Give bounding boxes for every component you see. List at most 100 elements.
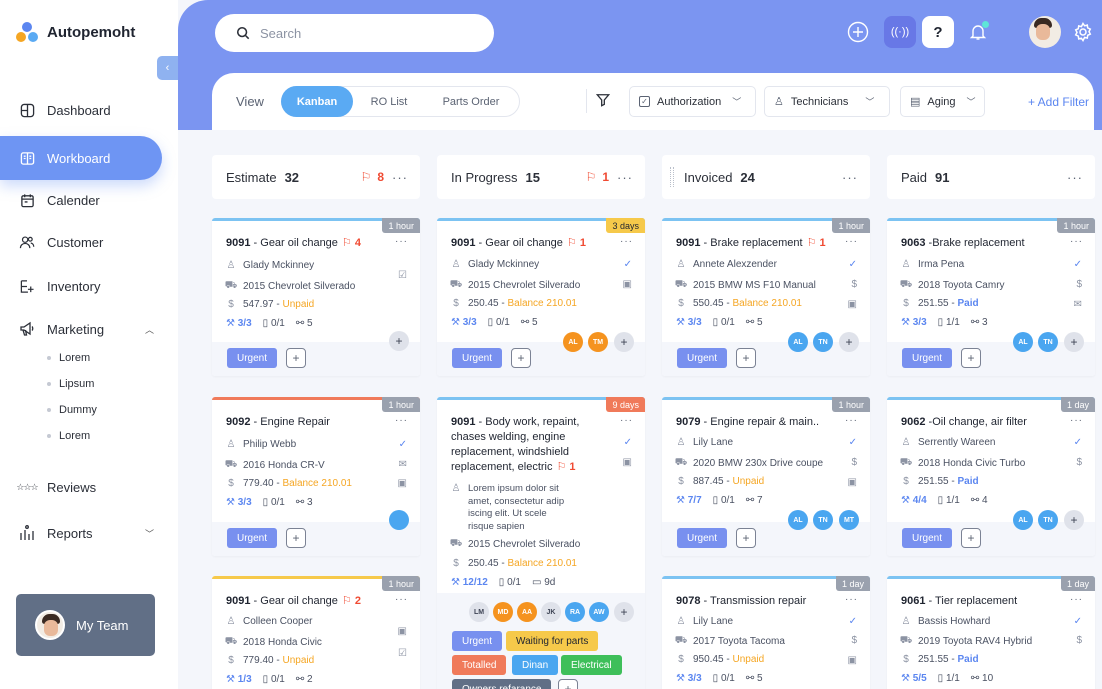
work-order-card[interactable]: 1 day 9061 - Tier replacement ··· ♙ Bassi… [887,576,1095,689]
calendar-icon[interactable]: ▣ [398,478,407,489]
flag-icon[interactable]: ⚐ 4 [342,237,361,249]
drag-handle-icon[interactable] [670,167,674,187]
calendar-icon[interactable]: ▣ [623,279,632,290]
sidebar-collapse-button[interactable]: ‹ [157,56,178,80]
mail-icon[interactable]: ✉ [399,459,407,470]
tag-waiting-for-parts[interactable]: Waiting for parts [506,631,599,651]
more-icon[interactable]: ··· [395,415,408,426]
more-icon[interactable]: ··· [395,594,408,605]
dollar-icon[interactable]: $ [851,279,857,290]
submenu-item-lorem[interactable]: Lorem [47,352,90,364]
tag-owners-refarance[interactable]: Owners refarance [452,679,552,689]
technician-avatar[interactable]: TN [1038,332,1058,352]
add-filter-button[interactable]: + Add Filter [1028,95,1089,109]
dollar-icon[interactable]: $ [1076,279,1082,290]
tag-dinan[interactable]: Dinan [512,655,559,675]
submenu-item-dummy[interactable]: Dummy [47,404,97,416]
tag-urgent[interactable]: Urgent [677,528,728,548]
flag-icon[interactable]: ⚐ 1 [557,461,576,473]
calendar-check-icon[interactable]: ☑ [398,270,407,281]
technicians-dropdown[interactable]: ♙ Technicians ﹀ [764,86,890,117]
flag-icon[interactable]: ⚐ 1 [807,237,826,249]
help-icon[interactable]: ? [922,16,954,48]
filter-icon[interactable] [595,93,611,112]
sidebar-item-customer[interactable]: Customer [0,220,162,264]
sidebar-item-reports[interactable]: Reports ﹀ [0,511,162,555]
sidebar-item-marketing[interactable]: Marketing ︿ [0,307,162,351]
dollar-icon[interactable]: $ [1076,635,1082,646]
work-order-card[interactable]: 1 day 9078 - Transmission repair ··· ♙ Li… [662,576,870,689]
technician-avatar[interactable]: TN [1038,510,1058,530]
technician-avatar[interactable]: TN [813,332,833,352]
technician-avatar[interactable]: LM [469,602,489,622]
work-order-card[interactable]: 1 day 9062 -Oil change, air filter ··· ♙… [887,397,1095,556]
submenu-item-lipsum[interactable]: Lipsum [47,378,94,390]
dollar-icon[interactable]: $ [851,457,857,468]
more-icon[interactable]: ··· [1070,415,1083,426]
tag-urgent[interactable]: Urgent [452,348,503,368]
tag-urgent[interactable]: Urgent [902,348,953,368]
technician-avatar[interactable]: AL [788,510,808,530]
work-order-card[interactable]: 1 hour 9063 -Brake replacement ··· ♙ Irma… [887,218,1095,376]
work-order-card[interactable]: 1 hour 9091 - Gear oil change ⚐ 4 ··· ♙ Gl… [212,218,420,376]
add-technician-button[interactable]: + [1064,332,1084,352]
add-tag-button[interactable]: + [558,679,578,689]
technician-avatar[interactable]: JK [541,602,561,622]
work-order-card[interactable]: 1 hour 9091 - Brake replacement ⚐ 1 ··· ♙… [662,218,870,376]
more-icon[interactable]: ··· [1070,236,1083,247]
calendar-icon[interactable]: ▣ [848,477,857,488]
submenu-item-lorem-2[interactable]: Lorem [47,430,90,442]
add-technician-button[interactable]: + [614,602,634,622]
chevron-down-icon[interactable]: ﹀ [145,527,154,540]
calendar-check-icon[interactable]: ☑ [398,648,407,659]
technician-avatar[interactable]: MD [493,602,513,622]
flag-count[interactable]: ⚐ 8 [361,170,384,184]
tag-urgent[interactable]: Urgent [227,528,278,548]
tag-urgent[interactable]: Urgent [902,528,953,548]
more-icon[interactable]: ··· [617,170,633,185]
calendar-icon[interactable]: ▣ [623,457,632,468]
sidebar-item-calender[interactable]: Calender [0,178,162,222]
work-order-card[interactable]: 3 days 9091 - Gear oil change ⚐ 1 ··· ♙ Gl… [437,218,645,376]
technician-avatar[interactable]: AL [563,332,583,352]
add-tag-button[interactable]: + [961,528,981,548]
add-tag-button[interactable]: + [286,348,306,368]
work-order-card[interactable]: 9 days 9091 - Body work, repaint, chases… [437,397,645,689]
calendar-icon[interactable]: ▣ [398,626,407,637]
sidebar-item-dashboard[interactable]: Dashboard [0,88,162,132]
calendar-icon[interactable]: ▣ [848,655,857,666]
sidebar-item-workboard[interactable]: Workboard [0,136,162,180]
sidebar-item-reviews[interactable]: ☆☆☆ Reviews [0,465,162,509]
flag-count[interactable]: ⚐ 1 [586,170,609,184]
authorization-dropdown[interactable]: ✓ Authorization ﹀ [629,86,756,117]
add-tag-button[interactable]: + [511,348,531,368]
aging-dropdown[interactable]: ▤ Aging ﹀ [900,86,985,117]
more-icon[interactable]: ··· [1067,170,1083,185]
search-input[interactable]: Search [215,14,494,52]
add-tag-button[interactable]: + [736,348,756,368]
my-team-button[interactable]: My Team [16,594,155,656]
more-icon[interactable]: ··· [845,594,858,605]
mail-icon[interactable]: ✉ [1074,299,1082,310]
bell-icon[interactable] [962,16,994,48]
tag-urgent[interactable]: Urgent [227,348,278,368]
tab-parts-order[interactable]: Parts Order [426,86,516,117]
calendar-icon[interactable]: ▣ [848,299,857,310]
flag-icon[interactable]: ⚐ 1 [567,237,586,249]
technician-avatar[interactable] [389,510,409,530]
tab-ro-list[interactable]: RO List [354,86,424,117]
more-icon[interactable]: ··· [392,170,408,185]
sidebar-item-inventory[interactable]: Inventory [0,264,162,308]
technician-avatar[interactable]: AA [517,602,537,622]
gear-icon[interactable] [1067,16,1099,48]
technician-avatar[interactable]: TM [588,332,608,352]
work-order-card[interactable]: 1 hour 9079 - Engine repair & main.. ···… [662,397,870,556]
more-icon[interactable]: ··· [842,170,858,185]
add-icon[interactable] [842,16,874,48]
technician-avatar[interactable]: AL [1013,510,1033,530]
add-tag-button[interactable]: + [961,348,981,368]
more-icon[interactable]: ··· [1070,594,1083,605]
more-icon[interactable]: ··· [620,236,633,247]
more-icon[interactable]: ··· [395,236,408,247]
tag-urgent[interactable]: Urgent [677,348,728,368]
